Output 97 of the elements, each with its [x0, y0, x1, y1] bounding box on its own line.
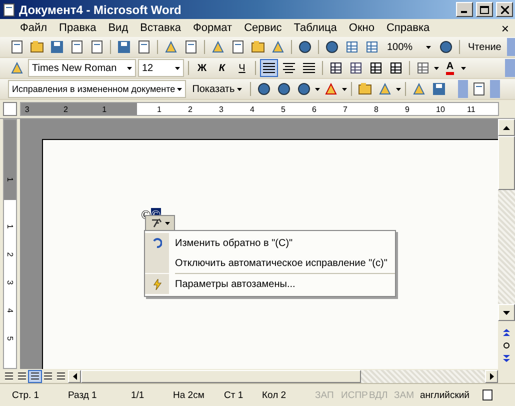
outline-view-icon[interactable]: [42, 370, 54, 382]
ruler-number: 1: [102, 104, 108, 114]
caret-icon[interactable]: [461, 66, 466, 70]
status-field: Стр. 1: [12, 390, 68, 400]
copy-icon[interactable]: [231, 40, 245, 54]
scroll-right-icon[interactable]: [490, 372, 494, 380]
print-layout-icon[interactable]: [29, 370, 41, 382]
status-field: ЗАМ: [394, 390, 420, 400]
ruler-number: 5: [281, 104, 286, 114]
status-field: На 2см: [173, 390, 224, 400]
status-field: Разд 1: [68, 390, 131, 400]
menu-item[interactable]: Изменить обратно в "(C)": [145, 233, 395, 253]
tab-selector-button[interactable]: [3, 102, 17, 116]
lightning-icon: [152, 278, 162, 290]
close-button[interactable]: [496, 2, 513, 17]
caret-icon[interactable]: [236, 88, 242, 90]
caret-icon[interactable]: [314, 88, 320, 90]
ruler-number: 4: [6, 308, 14, 313]
caret-icon[interactable]: [175, 66, 180, 70]
menu-item[interactable]: Отключить автоматическое исправление "(c)": [145, 253, 395, 273]
italic-button[interactable]: К: [213, 59, 231, 77]
align-button[interactable]: [260, 59, 278, 77]
status-field: 1/1: [131, 390, 173, 400]
ruler-number: 2: [63, 104, 69, 114]
reading-layout-button[interactable]: Чтение: [464, 38, 506, 56]
reading-layout-icon[interactable]: [55, 370, 67, 382]
horizontal-scrollbar[interactable]: [68, 370, 498, 382]
caret-icon[interactable]: [396, 88, 401, 90]
previous-page-icon[interactable]: [503, 328, 510, 336]
status-field: английский: [420, 390, 482, 400]
menu-item[interactable]: Таблица: [288, 22, 343, 34]
caret-icon[interactable]: [426, 46, 431, 48]
word-document-icon[interactable]: [2, 2, 16, 16]
menu-item[interactable]: Правка: [53, 22, 102, 34]
bold-button[interactable]: Ж: [193, 59, 211, 77]
menu-item[interactable]: Сервис: [238, 22, 288, 34]
font-name-combo[interactable]: Times New Roman: [28, 59, 136, 77]
open-folder-icon[interactable]: [30, 40, 44, 54]
scroll-thumb[interactable]: [81, 370, 361, 382]
status-field: Кол 2: [262, 390, 315, 400]
web-layout-icon[interactable]: [16, 370, 28, 382]
menu-item[interactable]: Вставка: [134, 22, 188, 34]
ruler-number: 1: [6, 224, 14, 229]
underline-button[interactable]: Ч: [233, 59, 251, 77]
ruler-number: 7: [343, 104, 348, 114]
ruler-number: 8: [374, 104, 380, 114]
ruler-number: 10: [436, 104, 446, 114]
menu-item[interactable]: Формат: [187, 22, 238, 34]
ruler-number: 6: [312, 104, 318, 114]
ruler-number: 3: [6, 280, 14, 285]
ruler-number: 3: [219, 104, 224, 114]
status-field: ЗАП: [315, 390, 341, 400]
caret-icon[interactable]: [164, 222, 170, 224]
select-browse-object-icon[interactable]: [503, 342, 510, 348]
ruler-number: 5: [6, 336, 14, 341]
status-field: ВДЛ: [369, 390, 394, 400]
menu-item[interactable]: Окно: [342, 22, 380, 34]
maximize-button[interactable]: [476, 2, 493, 17]
caret-icon[interactable]: [434, 66, 439, 70]
status-field: Ст 1: [224, 390, 262, 400]
table-grid-icon[interactable]: [345, 40, 359, 54]
font-size-combo[interactable]: 12: [138, 59, 184, 77]
maximize-icon: [480, 6, 489, 14]
new-document-icon[interactable]: [10, 40, 24, 54]
window-title: Документ4 - Microsoft Word: [19, 2, 182, 16]
zoom-combo[interactable]: 100%: [383, 38, 435, 56]
ruler-number: 2: [6, 252, 14, 257]
ruler-number: 1: [157, 104, 162, 114]
ruler-number: 3: [24, 104, 30, 114]
close-icon: [500, 6, 508, 14]
ruler-number: 11: [467, 104, 476, 114]
scroll-down-icon[interactable]: [503, 310, 510, 314]
next-page-icon[interactable]: [503, 354, 510, 362]
show-menu-button[interactable]: Показать: [188, 80, 246, 98]
scroll-left-icon[interactable]: [72, 372, 76, 380]
minimize-button[interactable]: [456, 2, 473, 17]
ruler-number: 1: [6, 177, 14, 182]
menu-item[interactable]: Справка: [380, 22, 436, 34]
menu-item[interactable]: Вид: [102, 22, 134, 34]
menu-item[interactable]: Файл: [14, 22, 54, 34]
normal-view-icon[interactable]: [3, 370, 15, 382]
ruler-number: 4: [250, 104, 256, 114]
scroll-up-icon[interactable]: [503, 126, 510, 130]
menu-item[interactable]: Параметры автозамены...: [145, 274, 395, 294]
lightning-icon: [150, 218, 162, 228]
ruler-number: 2: [188, 104, 194, 114]
caret-icon[interactable]: [177, 88, 182, 90]
ruler-number: 9: [405, 104, 410, 114]
caret-icon[interactable]: [342, 88, 347, 90]
display-for-review-combo[interactable]: Исправления в измененном документе: [8, 80, 186, 98]
status-field: ИСПР: [341, 390, 369, 400]
font-color-button[interactable]: A: [441, 59, 459, 77]
scroll-thumb[interactable]: [498, 136, 515, 190]
caret-icon[interactable]: [127, 66, 132, 70]
borders-icon[interactable]: [416, 61, 430, 75]
close-document-button[interactable]: ×: [501, 20, 509, 36]
vertical-scrollbar[interactable]: [498, 119, 515, 369]
